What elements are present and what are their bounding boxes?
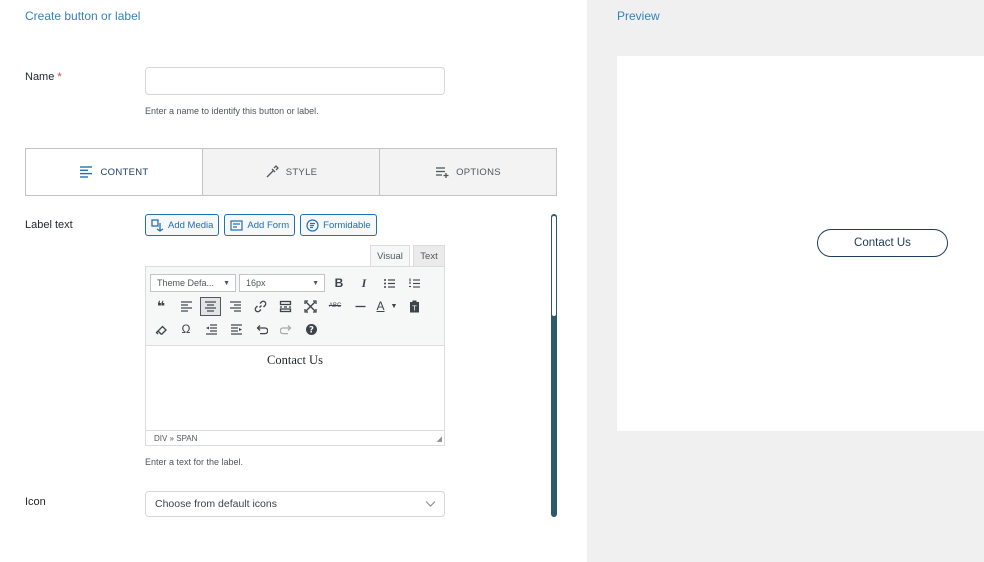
preview-canvas: Contact Us [617, 56, 984, 431]
bold-icon[interactable]: B [328, 273, 350, 293]
font-family-value: Theme Defa... [157, 278, 215, 288]
special-character-icon[interactable]: Ω [175, 319, 197, 339]
font-size-select[interactable]: 16px ▼ [239, 274, 325, 292]
formidable-button[interactable]: Formidable [300, 214, 377, 236]
tab-text[interactable]: Text [413, 245, 445, 267]
preview-title: Preview [617, 9, 660, 23]
element-path: DIV » SPAN [146, 430, 444, 445]
indent-icon[interactable] [225, 319, 247, 339]
help-icon[interactable]: ? [300, 319, 322, 339]
eyedropper-icon [266, 165, 279, 178]
formidable-icon [306, 218, 319, 232]
blockquote-icon[interactable]: ❝ [150, 296, 172, 316]
paste-text-icon[interactable]: T [403, 296, 425, 316]
clear-formatting-icon[interactable] [150, 319, 172, 339]
panel-title: Create button or label [25, 9, 141, 23]
settings-panel: Create button or label Name * Enter a na… [0, 0, 587, 562]
icon-label: Icon [25, 496, 46, 508]
align-center-icon[interactable] [200, 296, 221, 316]
tab-style-label: STYLE [285, 166, 318, 178]
dropdown-arrow-icon: ▼ [312, 279, 319, 287]
align-left-icon[interactable] [175, 296, 197, 316]
tab-content[interactable]: CONTENT [26, 149, 202, 195]
italic-icon[interactable]: I [353, 273, 375, 293]
tab-visual[interactable]: Visual [370, 245, 410, 267]
rich-text-editor: Theme Defa... ▼ 16px ▼ B I ❝ ABC A ▼ T Ω… [145, 266, 445, 446]
dropdown-arrow-icon: ▼ [223, 279, 230, 287]
name-help-text: Enter a name to identify this button or … [145, 106, 319, 116]
tab-options[interactable]: OPTIONS [379, 149, 556, 195]
preview-contact-button[interactable]: Contact Us [817, 229, 948, 257]
form-icon [230, 219, 244, 231]
name-input[interactable] [145, 67, 445, 95]
settings-tabs: CONTENT STYLE OPTIONS [25, 148, 557, 196]
read-more-icon[interactable] [274, 296, 296, 316]
preview-panel: Preview Contact Us [587, 0, 984, 562]
align-right-icon[interactable] [224, 296, 246, 316]
add-form-label: Add Form [247, 219, 290, 231]
bullet-list-icon[interactable] [378, 273, 400, 293]
font-size-value: 16px [246, 278, 266, 288]
add-form-button[interactable]: Add Form [224, 214, 296, 236]
name-label-text: Name [25, 71, 55, 83]
text-color-icon[interactable]: A ▼ [374, 296, 400, 316]
required-mark: * [57, 71, 62, 83]
tab-content-label: CONTENT [100, 166, 149, 178]
tab-style[interactable]: STYLE [202, 149, 379, 195]
label-text-label: Label text [25, 219, 73, 231]
name-label: Name * [25, 71, 62, 83]
svg-text:?: ? [309, 325, 314, 335]
icon-select-value: Choose from default icons [155, 498, 277, 510]
chevron-down-icon [425, 501, 436, 507]
scroll-mask [0, 517, 551, 562]
align-left-icon [80, 166, 93, 178]
fullscreen-icon[interactable] [299, 296, 321, 316]
font-family-select[interactable]: Theme Defa... ▼ [150, 274, 236, 292]
tab-options-label: OPTIONS [456, 166, 501, 178]
horizontal-line-icon[interactable] [349, 296, 371, 316]
editor-content[interactable]: Contact Us [146, 353, 444, 368]
label-text-help: Enter a text for the label. [145, 457, 244, 467]
outdent-icon[interactable] [200, 319, 222, 339]
resize-handle-icon[interactable]: ◢ [437, 435, 442, 443]
scrollbar-thumb[interactable] [552, 216, 556, 316]
icon-select[interactable]: Choose from default icons [145, 491, 445, 517]
formidable-label: Formidable [323, 219, 371, 231]
media-buttons: Add Media Add Form Formidable [145, 214, 377, 236]
numbered-list-icon[interactable] [403, 273, 425, 293]
undo-icon[interactable] [250, 319, 272, 339]
list-add-icon [436, 167, 449, 178]
link-icon[interactable] [249, 296, 271, 316]
redo-icon[interactable] [275, 319, 297, 339]
svg-text:T: T [411, 304, 417, 312]
strikethrough-icon[interactable]: ABC [324, 296, 346, 316]
add-media-button[interactable]: Add Media [145, 214, 220, 236]
editor-toolbar: Theme Defa... ▼ 16px ▼ B I ❝ ABC A ▼ T Ω… [146, 267, 444, 346]
media-icon [151, 218, 164, 232]
add-media-label: Add Media [168, 219, 214, 231]
